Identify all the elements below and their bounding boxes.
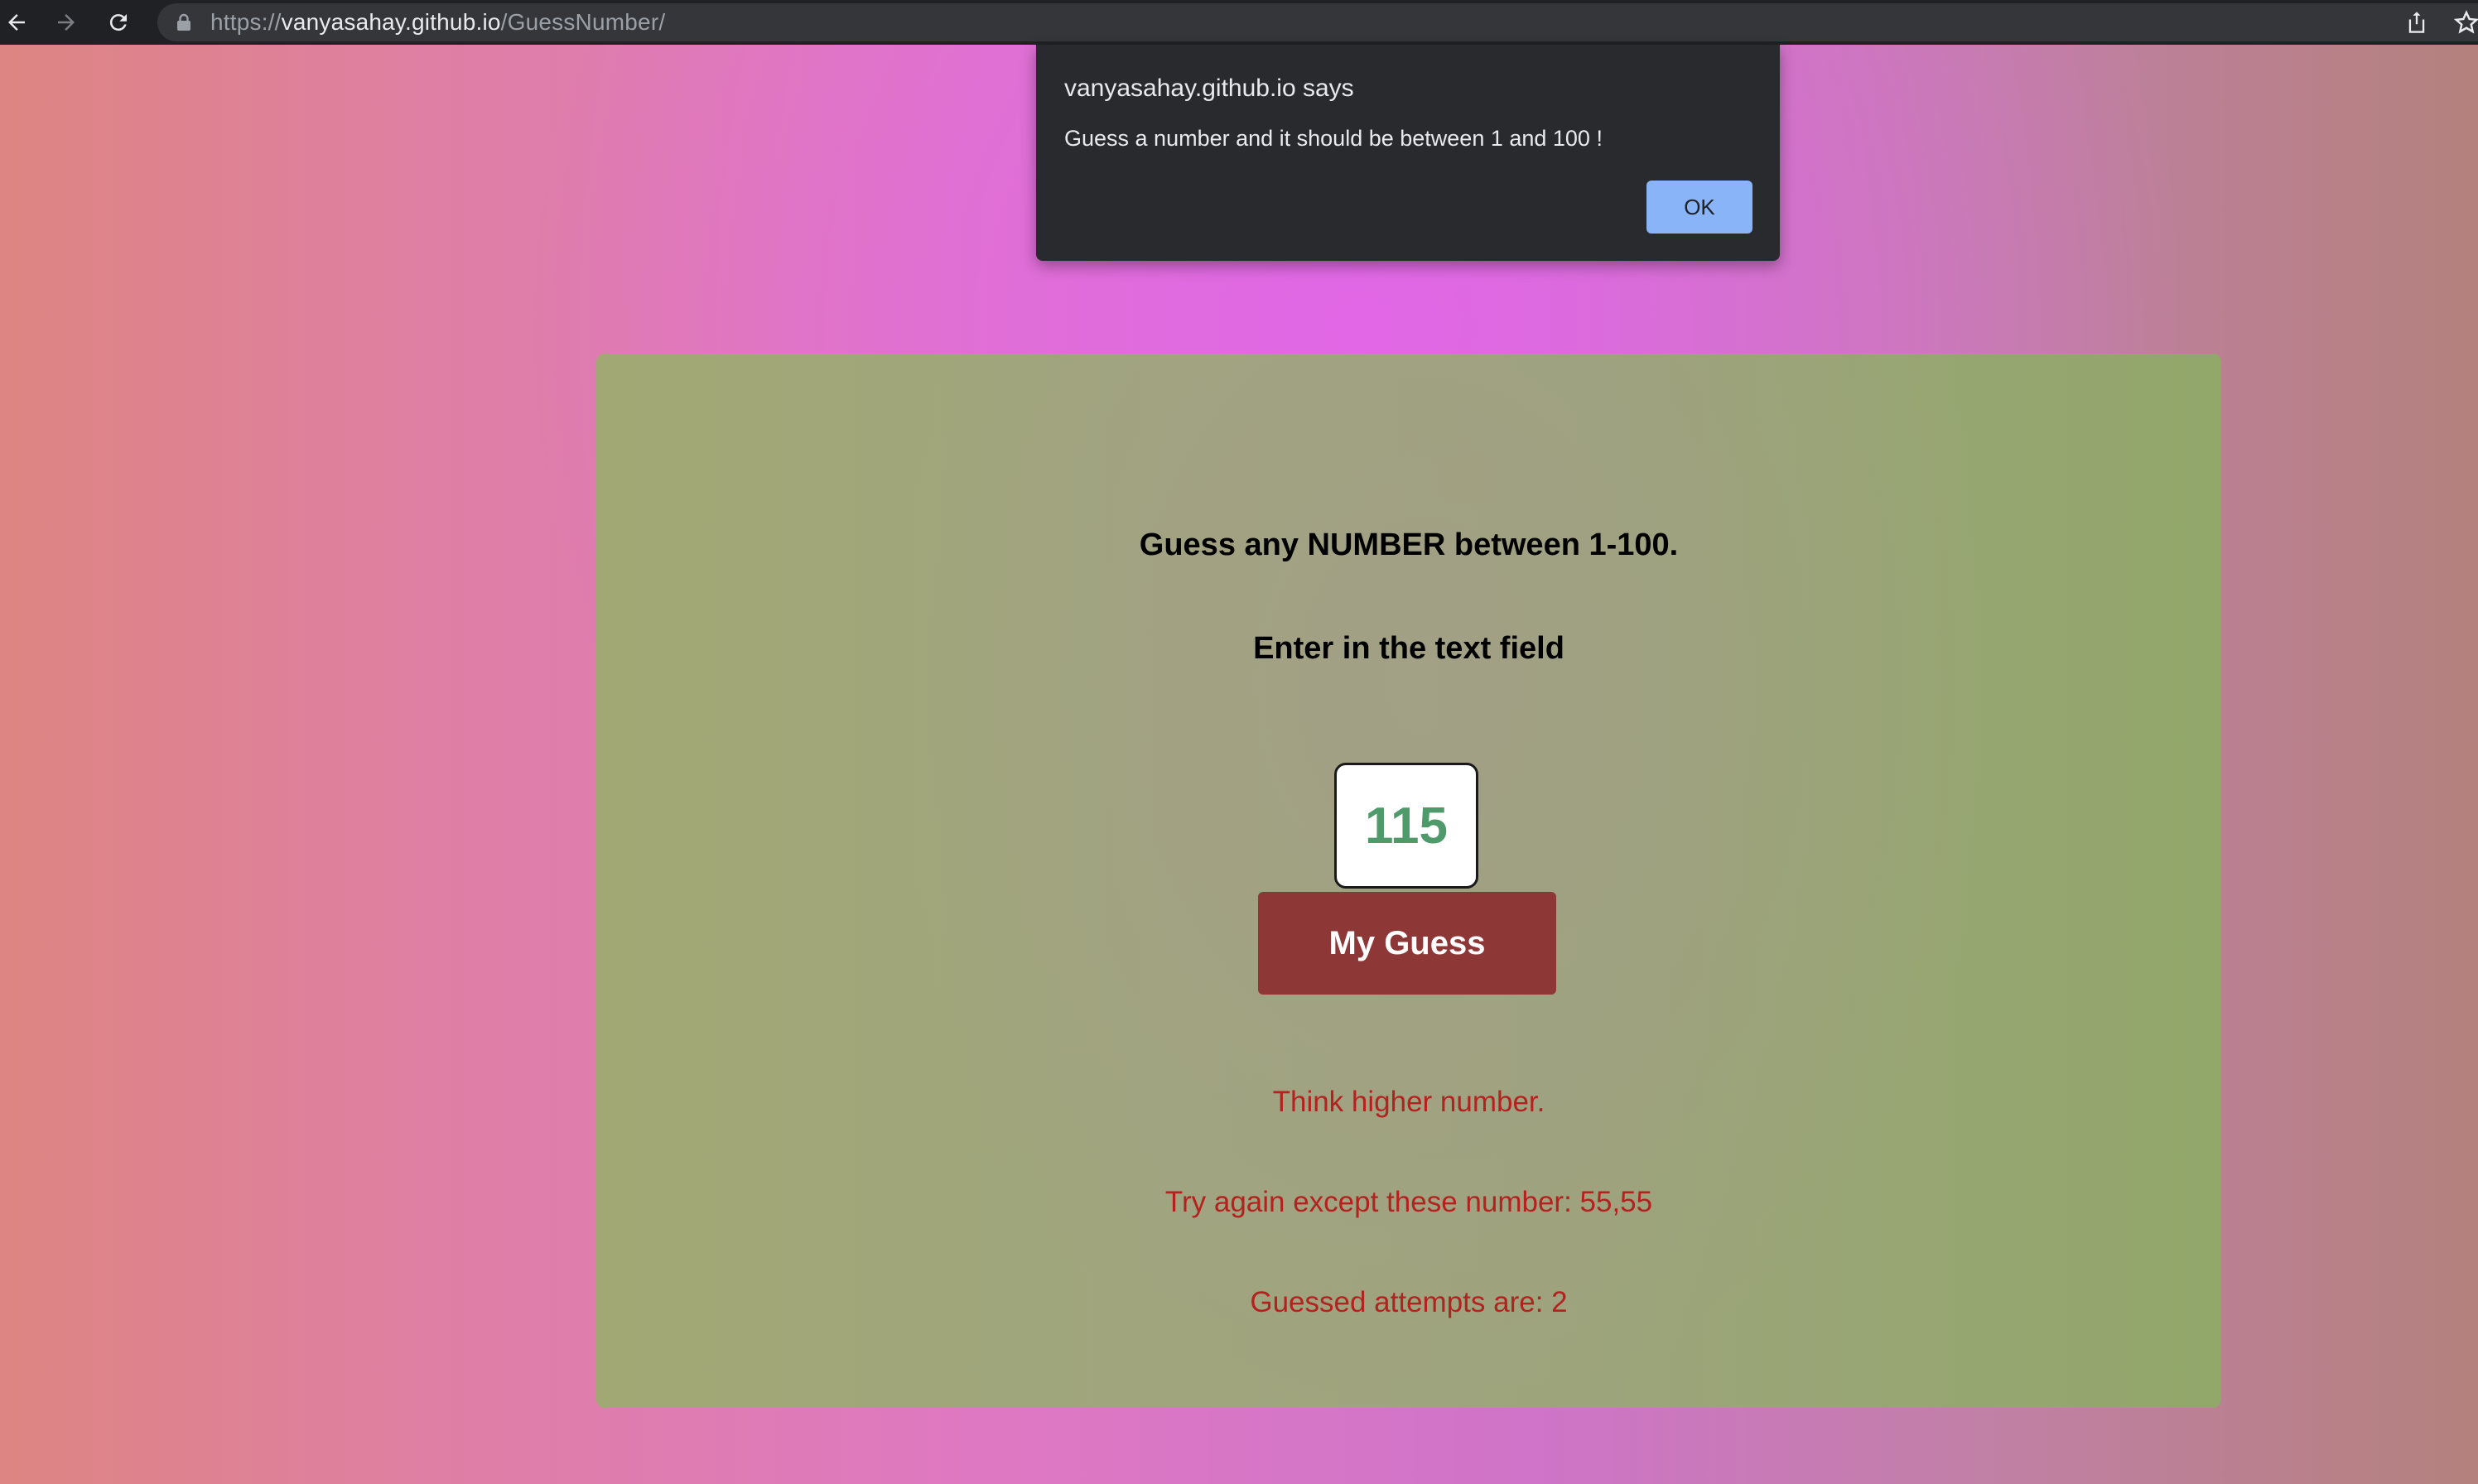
address-bar[interactable]: https://vanyasahay.github.io/GuessNumber… bbox=[157, 3, 2478, 41]
previous-guesses-message: Try again except these number: 55,55 bbox=[1164, 1186, 1653, 1218]
url-path: /GuessNumber/ bbox=[500, 9, 666, 35]
alert-dialog: vanyasahay.github.io says Guess a number… bbox=[1036, 45, 1780, 261]
my-guess-button[interactable]: My Guess bbox=[1258, 892, 1556, 995]
url-scheme: https:// bbox=[210, 9, 282, 35]
dialog-title: vanyasahay.github.io says bbox=[1064, 75, 1354, 102]
browser-toolbar: https://vanyasahay.github.io/GuessNumber… bbox=[0, 0, 2478, 45]
reload-icon[interactable] bbox=[102, 6, 135, 39]
forward-arrow-icon[interactable] bbox=[50, 6, 83, 39]
url-host: vanyasahay.github.io bbox=[281, 9, 501, 35]
url-text: https://vanyasahay.github.io/GuessNumber… bbox=[210, 3, 665, 41]
share-icon[interactable] bbox=[2400, 6, 2433, 39]
page-title: Guess any NUMBER between 1-100. bbox=[1139, 528, 1679, 562]
instruction-text: Enter in the text field bbox=[1253, 631, 1564, 666]
lock-icon[interactable] bbox=[174, 12, 194, 32]
ok-button[interactable]: OK bbox=[1646, 181, 1752, 234]
hint-message: Think higher number. bbox=[1272, 1086, 1545, 1118]
dialog-message: Guess a number and it should be between … bbox=[1064, 126, 1603, 151]
guess-input[interactable] bbox=[1334, 763, 1478, 889]
attempts-message: Guessed attempts are: 2 bbox=[1250, 1286, 1568, 1318]
back-arrow-icon[interactable] bbox=[0, 6, 33, 39]
star-icon[interactable] bbox=[2450, 6, 2478, 39]
game-card: Guess any NUMBER between 1-100. Enter in… bbox=[596, 354, 2221, 1408]
